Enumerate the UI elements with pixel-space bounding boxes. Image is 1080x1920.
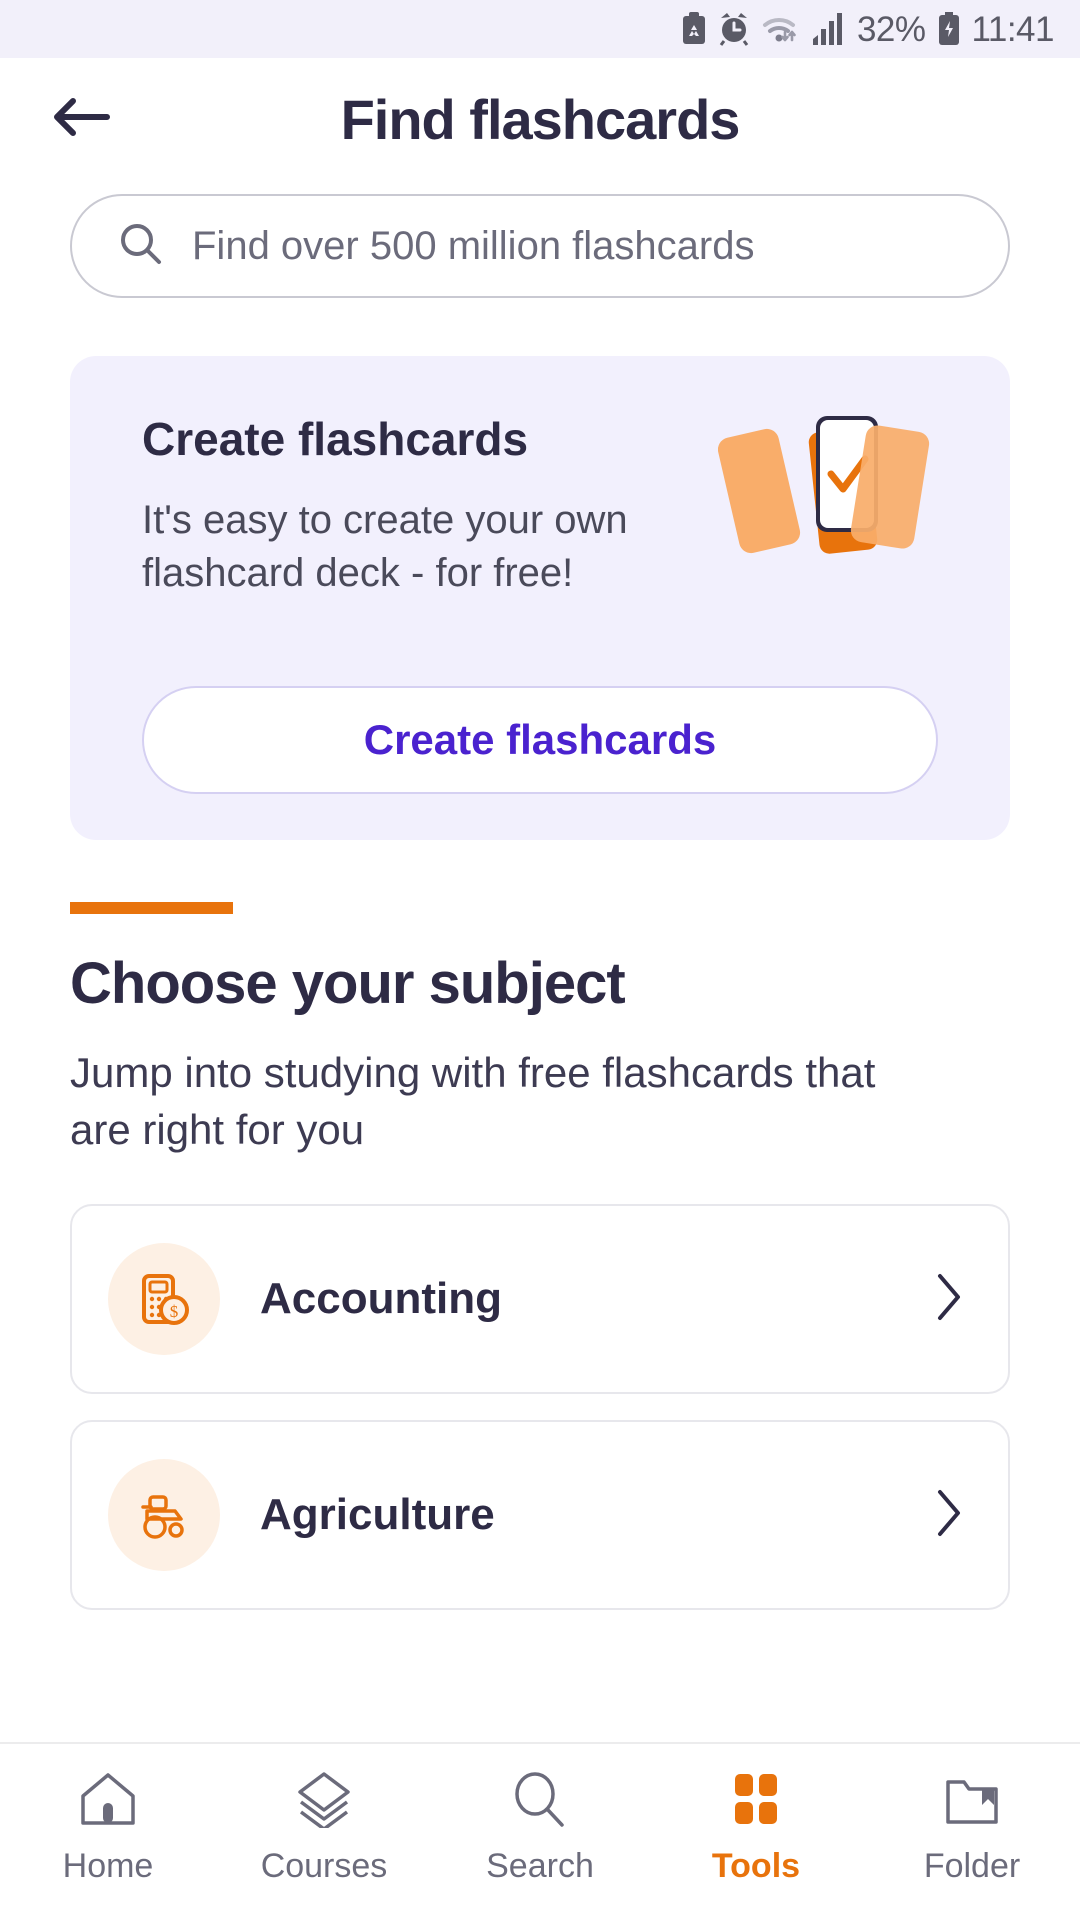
- nav-item-tools[interactable]: Tools: [648, 1770, 864, 1886]
- nav-item-search[interactable]: Search: [432, 1770, 648, 1886]
- subject-row-accounting[interactable]: $ Accounting: [70, 1204, 1010, 1395]
- cellular-signal-icon: [812, 13, 846, 45]
- nav-item-home[interactable]: Home: [0, 1770, 216, 1886]
- search-section: Find over 500 million flashcards: [0, 180, 1080, 298]
- subject-row-agriculture[interactable]: Agriculture: [70, 1420, 1010, 1611]
- section-title: Choose your subject: [70, 951, 626, 1016]
- status-bar: 32% 11:41: [0, 0, 1080, 58]
- chevron-right-icon: [934, 1488, 964, 1543]
- nav-label: Folder: [923, 1847, 1021, 1885]
- search-icon: [509, 1770, 571, 1833]
- section-accent-bar: [70, 902, 233, 914]
- create-flashcards-section: Create flashcards It's easy to create yo…: [0, 298, 1080, 840]
- calculator-dollar-icon: $: [108, 1243, 220, 1356]
- tractor-icon: [108, 1459, 220, 1572]
- flashcard-deck-check-illustration: [717, 408, 938, 568]
- create-flashcards-card: Create flashcards It's easy to create yo…: [70, 356, 1010, 840]
- search-icon: [118, 221, 164, 272]
- back-button[interactable]: [42, 79, 122, 159]
- battery-charging-icon: [937, 12, 961, 46]
- subject-label: Accounting: [260, 1274, 502, 1324]
- app-header: Find flashcards: [0, 58, 1080, 180]
- wifi-icon: [761, 12, 801, 46]
- choose-subject-section: Choose your subject Jump into studying w…: [0, 902, 1080, 1611]
- create-flashcards-button[interactable]: Create flashcards: [142, 686, 938, 794]
- nav-label: Tools: [711, 1847, 801, 1885]
- nav-label: Courses: [260, 1847, 388, 1885]
- nav-item-folder[interactable]: Folder: [864, 1770, 1080, 1886]
- layers-icon: [293, 1770, 355, 1833]
- battery-percent-label: 32%: [856, 9, 926, 49]
- search-input[interactable]: Find over 500 million flashcards: [192, 224, 754, 269]
- chevron-right-icon: [934, 1272, 964, 1327]
- clipboard-recycle-icon: [681, 12, 707, 46]
- app-screen: 32% 11:41 Find flashcards Find over 500 …: [0, 0, 1080, 1920]
- promo-description: It's easy to create your own flashcard d…: [142, 498, 628, 595]
- create-flashcards-button-label: Create flashcards: [363, 716, 717, 763]
- subject-list: $ Accounting Agriculture: [70, 1204, 1010, 1611]
- home-icon: [77, 1770, 139, 1833]
- nav-label: Home: [62, 1847, 154, 1885]
- bottom-navigation: Home Courses Search Tools Folder: [0, 1742, 1080, 1920]
- nav-label: Search: [486, 1847, 594, 1885]
- folder-bookmark-icon: [941, 1770, 1003, 1833]
- search-bar[interactable]: Find over 500 million flashcards: [70, 194, 1010, 298]
- section-subtitle: Jump into studying with free flashcards …: [70, 1049, 876, 1153]
- back-arrow-icon: [51, 94, 113, 145]
- nav-item-courses[interactable]: Courses: [216, 1770, 432, 1886]
- alarm-clock-icon: [718, 12, 750, 46]
- scroll-content: Find flashcards Find over 500 million fl…: [0, 58, 1080, 1742]
- svg-text:$: $: [170, 1302, 179, 1321]
- page-title: Find flashcards: [340, 87, 741, 151]
- subject-label: Agriculture: [260, 1490, 495, 1540]
- clock-label: 11:41: [971, 9, 1055, 49]
- grid-squares-icon: [725, 1770, 787, 1833]
